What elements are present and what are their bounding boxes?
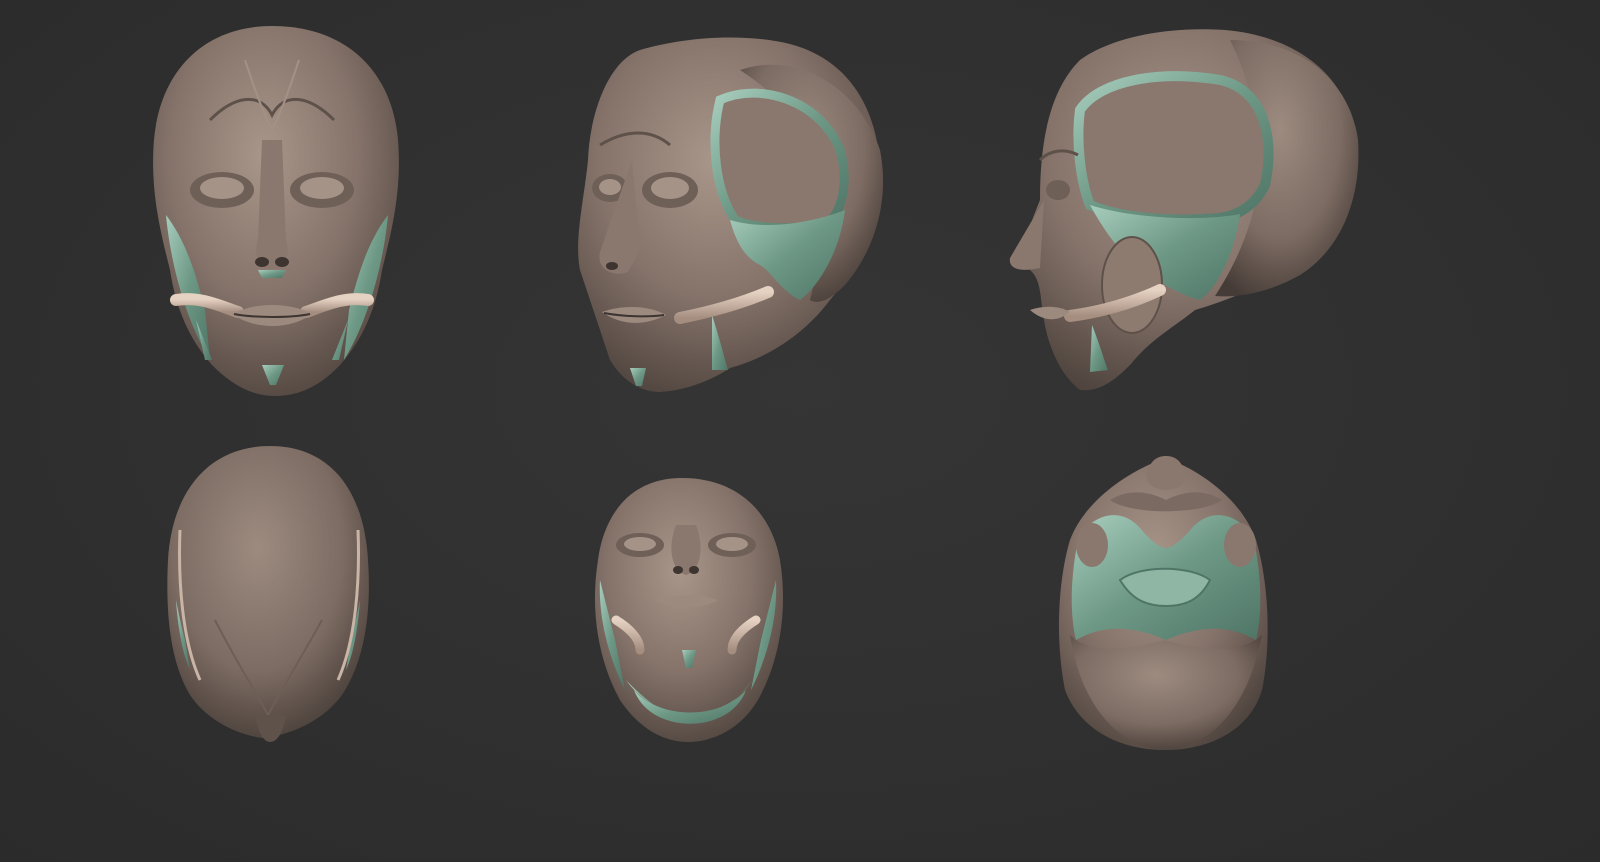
head-low-front-view-icon [594, 478, 784, 742]
sculpt-viewport[interactable] [0, 0, 1600, 862]
head-front-view-icon [153, 26, 399, 396]
head-side-view-icon [1009, 29, 1359, 391]
head-top-view-icon [167, 446, 369, 742]
head-three-quarter-view-icon [578, 37, 884, 392]
render-canvas [153, 26, 1359, 750]
head-bottom-view-icon [1058, 456, 1268, 750]
